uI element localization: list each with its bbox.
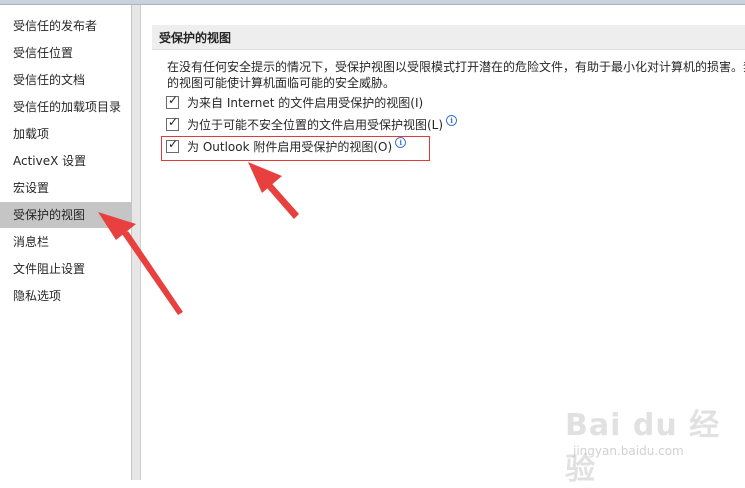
checkmark-icon: ✓ [168, 92, 179, 107]
annotation-highlight-box [161, 136, 430, 161]
info-icon[interactable]: i [446, 114, 458, 126]
pane-splitter [132, 5, 141, 480]
internet-files-checkbox[interactable]: ✓ [166, 92, 179, 109]
trust-center-sidebar: 受信任的发布者 受信任位置 受信任的文档 受信任的加载项目录 加载项 Activ… [0, 5, 132, 480]
sidebar-item-protected-view[interactable]: 受保护的视图 [0, 202, 131, 228]
sidebar-item-macro-settings[interactable]: 宏设置 [0, 175, 131, 201]
option-unsafe-locations[interactable]: ✓ 为位于可能不安全位置的文件启用受保护视图(L) i [166, 114, 458, 133]
sidebar-item-privacy-options[interactable]: 隐私选项 [0, 283, 131, 309]
section-title: 受保护的视图 [159, 31, 232, 45]
internet-files-label: 为来自 Internet 的文件启用受保护的视图(I) [187, 95, 424, 110]
sidebar-item-file-block-settings[interactable]: 文件阻止设置 [0, 256, 131, 282]
section-header: 受保护的视图 [152, 25, 745, 50]
unsafe-locations-checkbox[interactable]: ✓ [166, 114, 179, 131]
sidebar-item-addins[interactable]: 加载项 [0, 121, 131, 147]
sidebar-item-trusted-publishers[interactable]: 受信任的发布者 [0, 13, 131, 39]
sidebar-item-message-bar[interactable]: 消息栏 [0, 229, 131, 255]
unsafe-locations-label: 为位于可能不安全位置的文件启用受保护视图(L) [187, 117, 444, 132]
sidebar-item-trusted-addin-catalogs[interactable]: 受信任的加载项目录 [0, 94, 131, 120]
sidebar-item-trusted-documents[interactable]: 受信任的文档 [0, 67, 131, 93]
description-line-2: 的视图可能使计算机面临可能的安全威胁。 [167, 76, 396, 90]
watermark-url: jingyan.baidu.com [573, 444, 684, 458]
description-line-1: 在没有任何安全提示的情况下，受保护视图以受限模式打开潜在的危险文件，有助于最小化… [167, 60, 745, 74]
checkmark-icon: ✓ [168, 114, 179, 129]
sidebar-item-activex-settings[interactable]: ActiveX 设置 [0, 148, 131, 174]
sidebar-item-trusted-locations[interactable]: 受信任位置 [0, 40, 131, 66]
baidu-jingyan-watermark: Bai du 经验 jingyan.baidu.com [565, 400, 735, 487]
option-internet-files[interactable]: ✓ 为来自 Internet 的文件启用受保护的视图(I) [166, 93, 423, 111]
